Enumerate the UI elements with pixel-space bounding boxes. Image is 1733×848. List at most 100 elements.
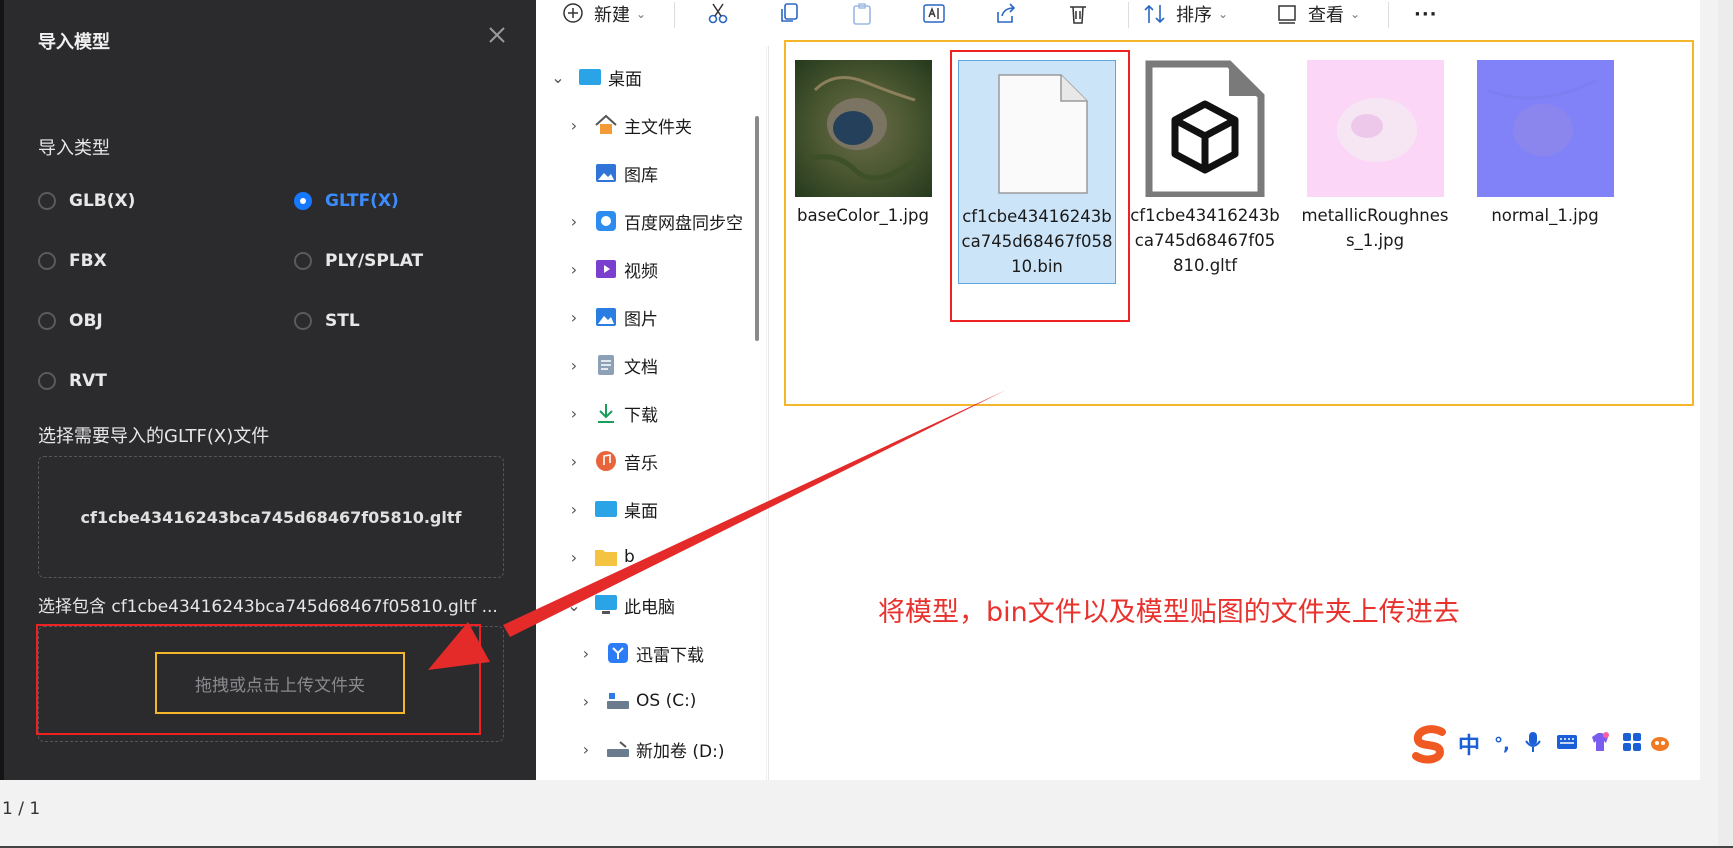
chevron-right-icon[interactable]: › [566, 116, 582, 135]
documents-icon [594, 354, 618, 376]
nav-item-downloads[interactable]: › 下载 [566, 398, 658, 428]
upload-folder-button[interactable]: 拖拽或点击上传文件夹 [155, 652, 405, 714]
paste-button[interactable] [850, 0, 874, 28]
toolbox-grid-icon[interactable] [1622, 732, 1642, 756]
nav-item-pictures[interactable]: › 图片 [566, 302, 658, 332]
sogou-logo-icon [1412, 725, 1446, 764]
radio-circle-icon [294, 252, 312, 270]
file-dropzone[interactable]: cf1cbe43416243bca745d68467f05810.gltf [38, 456, 504, 578]
rename-button[interactable] [922, 0, 946, 28]
toolbar-divider [674, 2, 675, 28]
new-button[interactable]: 新建 ⌄ [562, 0, 646, 28]
nav-item-folder-b[interactable]: › b [566, 542, 635, 572]
toolbar: 新建 ⌄ 排序 ⌄ 查看 ⌄ ··· [536, 0, 1700, 30]
chevron-down-icon[interactable]: ⌄ [550, 68, 566, 87]
select-folder-label: 选择包含 cf1cbe43416243bca745d68467f05810.gl… [38, 597, 498, 617]
ime-toolbar[interactable]: 中 °, [1408, 722, 1698, 766]
radio-rvt[interactable]: RVT [38, 368, 107, 394]
chevron-right-icon[interactable]: › [566, 500, 582, 519]
nav-item-videos[interactable]: › 视频 [566, 254, 658, 284]
toolbar-divider [1128, 2, 1129, 28]
keyboard-icon[interactable] [1556, 733, 1578, 755]
skin-icon[interactable] [1588, 731, 1612, 757]
pictures-icon [594, 306, 618, 328]
scissors-icon [708, 3, 728, 24]
nav-item-music[interactable]: › 音乐 [566, 446, 658, 476]
this-pc-icon [594, 594, 618, 616]
chevron-right-icon[interactable]: › [566, 356, 582, 375]
music-icon [594, 450, 618, 472]
radio-gltf[interactable]: GLTF(X) [294, 188, 399, 214]
chevron-right-icon[interactable]: › [578, 692, 594, 711]
chevron-down-icon: ⌄ [636, 7, 647, 21]
chevron-right-icon[interactable]: › [566, 212, 582, 231]
nav-item-desktop[interactable]: ⌄ 桌面 [550, 62, 642, 92]
copy-button[interactable] [778, 0, 802, 28]
nav-item-baidu-netdisk[interactable]: › 百度网盘同步空 [566, 206, 756, 236]
radio-circle-icon [38, 252, 56, 270]
selected-file-name: cf1cbe43416243bca745d68467f05810.gltf [80, 507, 462, 527]
more-options-button[interactable]: ··· [1414, 0, 1438, 28]
video-icon [594, 258, 618, 280]
radio-fbx[interactable]: FBX [38, 248, 107, 274]
select-file-label: 选择需要导入的GLTF(X)文件 [38, 426, 270, 447]
chevron-down-icon: ⌄ [1218, 7, 1229, 21]
baidu-netdisk-icon [594, 210, 618, 232]
plus-circle-icon [563, 3, 583, 23]
chevron-right-icon[interactable]: › [566, 452, 582, 471]
cut-button[interactable] [706, 0, 730, 28]
trash-icon [1070, 6, 1086, 24]
copy-icon [781, 3, 798, 22]
radio-glb[interactable]: GLB(X) [38, 188, 135, 214]
chevron-down-icon[interactable]: ⌄ [566, 596, 582, 615]
close-icon[interactable] [484, 22, 510, 48]
window-right-edge [1718, 0, 1733, 848]
chevron-right-icon[interactable]: › [578, 644, 594, 663]
delete-button[interactable] [1066, 0, 1090, 28]
radio-obj[interactable]: OBJ [38, 308, 103, 334]
dialog-title: 导入模型 [38, 32, 110, 53]
share-button[interactable] [994, 0, 1018, 28]
nav-item-drive-c[interactable]: › OS (C:) [578, 686, 697, 716]
microphone-icon[interactable] [1524, 731, 1542, 757]
nav-item-home[interactable]: › 主文件夹 [566, 110, 692, 140]
nav-divider [766, 46, 767, 780]
file-grid: baseColor_1.jpg cf1cbe43416243bca745d684… [768, 40, 1700, 780]
ime-punct[interactable]: °, [1494, 734, 1510, 755]
gallery-icon [594, 162, 618, 184]
chevron-right-icon[interactable]: › [566, 404, 582, 423]
upload-hint-text: 拖拽或点击上传文件夹 [195, 675, 365, 696]
nav-item-this-pc[interactable]: ⌄ 此电脑 [566, 590, 675, 620]
rename-icon [923, 4, 945, 23]
desktop-icon [594, 498, 618, 520]
chevron-down-icon: ⌄ [1350, 7, 1361, 21]
chevron-right-icon[interactable]: › [566, 308, 582, 327]
sort-icon [1144, 4, 1165, 24]
sort-button[interactable]: 排序 ⌄ [1142, 0, 1228, 28]
folder-icon [594, 546, 618, 568]
nav-item-gallery[interactable]: 图库 [566, 158, 658, 188]
radio-ply-splat[interactable]: PLY/SPLAT [294, 248, 423, 274]
yellow-highlight-box [784, 40, 1694, 406]
share-icon [997, 3, 1016, 23]
radio-circle-icon [38, 192, 56, 210]
navigation-pane: ⌄ 桌面 › 主文件夹 图库 › 百度网盘同步空 › 视频 › 图片 › 文档 … [536, 46, 768, 780]
chevron-right-icon[interactable]: › [566, 548, 582, 567]
thunder-icon [606, 642, 630, 664]
dialog-edge-strip [0, 0, 4, 780]
chevron-right-icon[interactable]: › [566, 260, 582, 279]
home-icon [594, 114, 618, 136]
page-indicator: 1 / 1 [2, 799, 41, 819]
nav-item-thunder[interactable]: › 迅雷下载 [578, 638, 704, 668]
instruction-annotation: 将模型，bin文件以及模型贴图的文件夹上传进去 [878, 597, 1460, 628]
desktop-icon [578, 66, 602, 88]
radio-stl[interactable]: STL [294, 308, 360, 334]
chevron-right-icon[interactable]: › [578, 740, 594, 759]
nav-item-desktop-2[interactable]: › 桌面 [566, 494, 658, 524]
view-button[interactable]: 查看 ⌄ [1276, 0, 1360, 28]
import-type-label: 导入类型 [38, 138, 110, 159]
nav-item-documents[interactable]: › 文档 [566, 350, 658, 380]
ime-lang[interactable]: 中 [1458, 728, 1480, 760]
mascot-icon[interactable] [1650, 732, 1670, 756]
nav-item-drive-d[interactable]: › 新加卷 (D:) [578, 734, 725, 764]
